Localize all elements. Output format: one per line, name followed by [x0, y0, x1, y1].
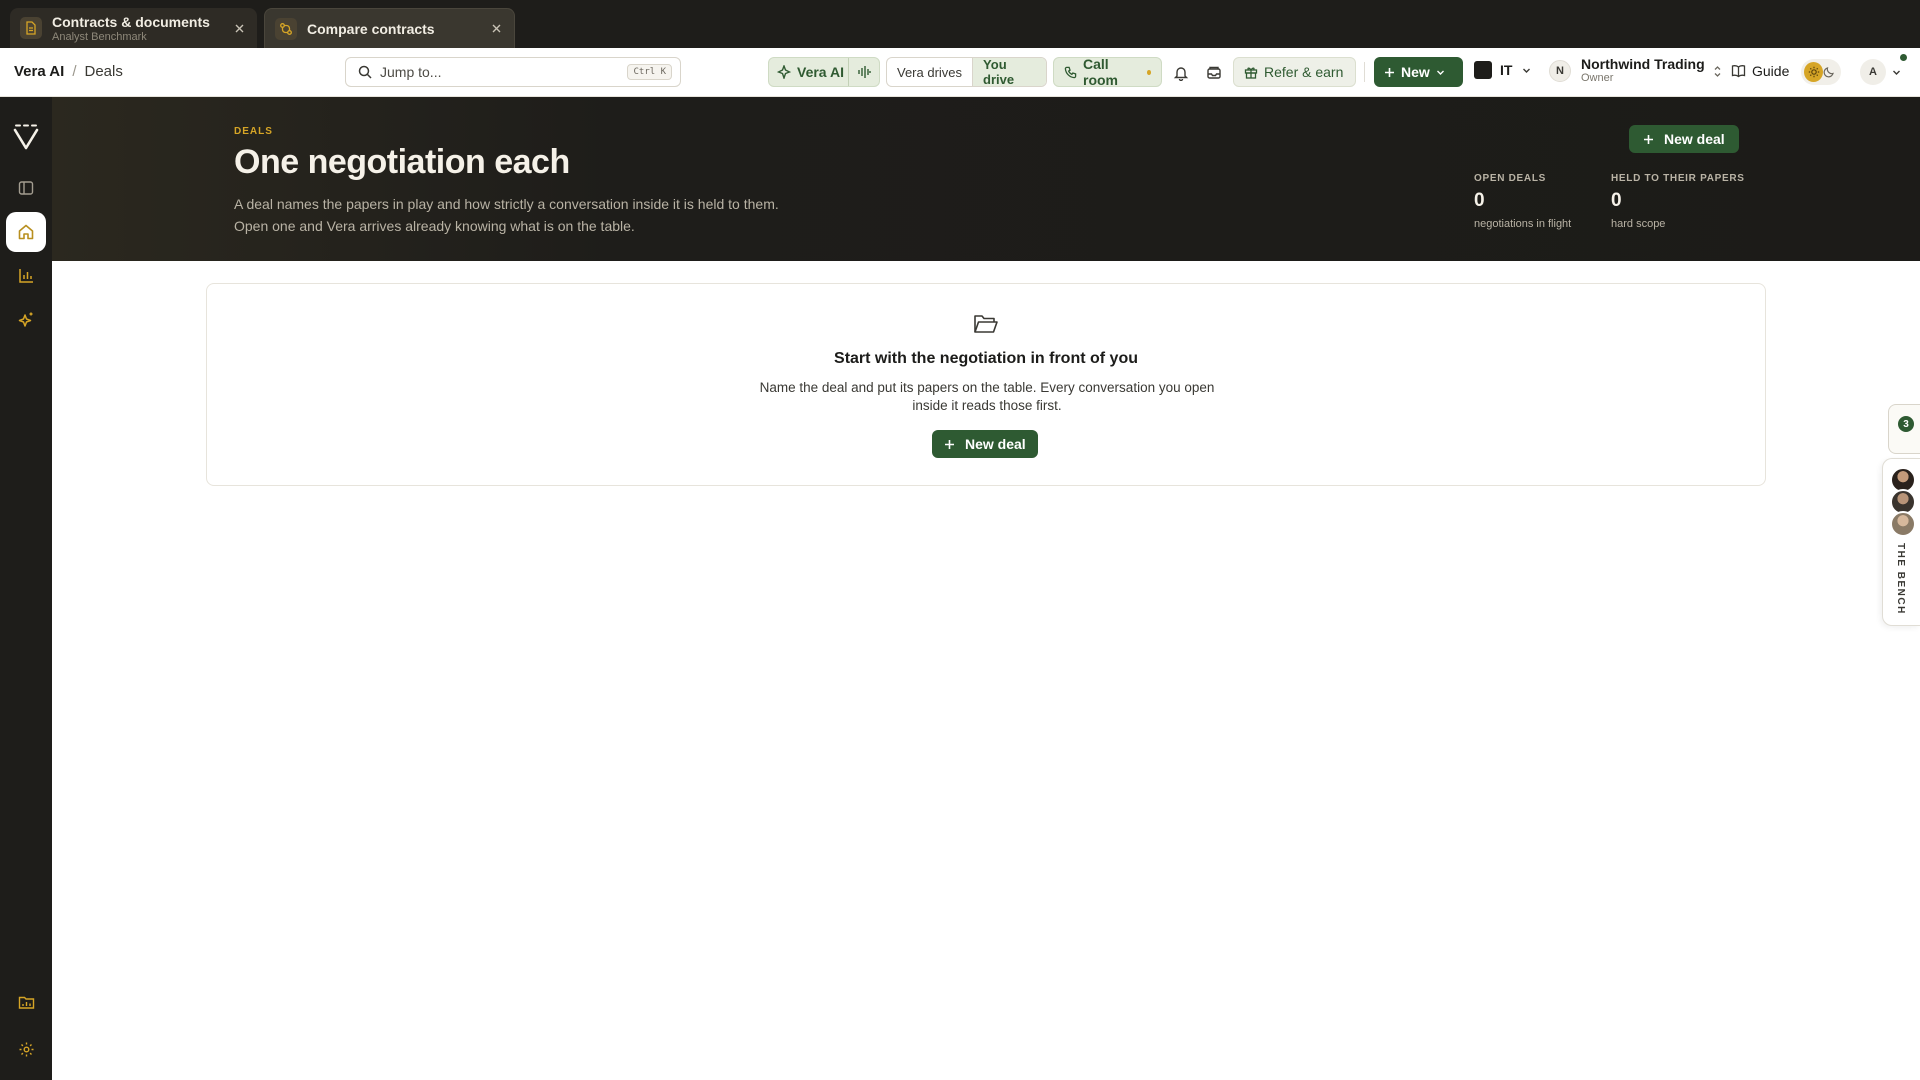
gear-icon[interactable]: [6, 1029, 46, 1069]
online-status-dot: [1900, 54, 1907, 61]
analytics-icon[interactable]: [6, 255, 46, 295]
vera-ai-label: Vera AI: [797, 64, 844, 80]
stat-held-to-papers: HELD TO THEIR PAPERS 0 hard scope: [1611, 173, 1745, 230]
search-box[interactable]: Ctrl K: [345, 57, 681, 87]
empty-state-title: Start with the negotiation in front of y…: [834, 350, 1138, 367]
folder-open-icon: [973, 313, 999, 335]
stat-caption: negotiations in flight: [1474, 218, 1572, 230]
new-button[interactable]: New: [1374, 57, 1463, 87]
org-role: Owner: [1581, 72, 1614, 84]
vera-logo-icon[interactable]: [12, 124, 40, 152]
bench-label: THE BENCH: [1895, 543, 1906, 615]
avatar[interactable]: [1890, 511, 1916, 537]
guide-label: Guide: [1752, 63, 1790, 79]
stat-open-deals: OPEN DEALS 0 negotiations in flight: [1474, 173, 1571, 230]
stat-value: 0: [1474, 190, 1485, 211]
bench-panel[interactable]: THE BENCH: [1882, 458, 1920, 626]
activity-tab[interactable]: 3: [1888, 404, 1920, 454]
inbox-icon[interactable]: [1203, 62, 1225, 84]
close-icon[interactable]: [488, 21, 504, 37]
mode-option-vera-drives[interactable]: Vera drives: [887, 58, 972, 86]
language-switcher[interactable]: IT: [1474, 61, 1531, 79]
breadcrumb-separator: /: [72, 63, 77, 80]
org-avatar: N: [1549, 60, 1571, 82]
moon-icon: [1823, 66, 1835, 78]
breadcrumb-current: Deals: [84, 63, 123, 80]
call-room-status-dot: [1146, 69, 1151, 75]
refer-earn-label: Refer & earn: [1264, 64, 1344, 80]
plus-icon: [944, 439, 955, 450]
search-input[interactable]: [380, 64, 628, 80]
search-shortcut-hint: Ctrl K: [627, 64, 672, 80]
user-menu[interactable]: A: [1860, 54, 1907, 85]
empty-state-new-deal-button[interactable]: New deal: [932, 430, 1038, 458]
gift-icon: [1244, 65, 1258, 79]
page-eyebrow: DEALS: [234, 126, 273, 137]
left-rail: [0, 97, 52, 1080]
page-description-line: Open one and Vera arrives already knowin…: [234, 218, 635, 234]
mode-option-you-drive[interactable]: You drive: [972, 58, 1046, 86]
empty-state-card: Start with the negotiation in front of y…: [206, 283, 1766, 486]
org-name: Northwind Trading: [1581, 56, 1705, 72]
stat-label: HELD TO THEIR PAPERS: [1611, 173, 1745, 184]
new-deal-label: New deal: [1664, 131, 1725, 147]
page-description-line: A deal names the papers in play and how …: [234, 196, 779, 212]
top-bar: Vera AI / Deals Ctrl K Vera AI Vera driv…: [0, 48, 1920, 97]
drive-mode-toggle[interactable]: Vera drives You drive: [886, 57, 1047, 87]
call-room-label: Call room: [1083, 56, 1118, 88]
tab-title: Compare contracts: [307, 20, 435, 37]
chevron-down-icon: [1436, 68, 1445, 77]
page-description: A deal names the papers in play and how …: [234, 193, 854, 237]
chevron-updown-icon: [1713, 65, 1722, 78]
empty-state-button-label: New deal: [965, 436, 1026, 452]
sidebar-toggle-icon[interactable]: [6, 168, 46, 208]
document-icon: [20, 17, 42, 39]
bell-icon[interactable]: [1170, 62, 1192, 84]
browser-tab-strip: Contracts & documents Analyst Benchmark …: [0, 0, 1920, 48]
voice-wave-icon[interactable]: [848, 58, 871, 86]
guide-button[interactable]: Guide: [1731, 63, 1789, 79]
plus-icon: [1384, 67, 1395, 78]
user-avatar: A: [1860, 59, 1886, 85]
vera-ai-button[interactable]: Vera AI: [768, 57, 880, 87]
breadcrumb-root[interactable]: Vera AI: [14, 63, 64, 80]
sparkles-icon[interactable]: [6, 300, 46, 340]
activity-count-badge: 3: [1898, 416, 1914, 432]
search-icon: [358, 65, 372, 79]
breadcrumb: Vera AI / Deals: [14, 63, 123, 80]
chevron-down-icon: [1892, 68, 1901, 77]
new-deal-button[interactable]: New deal: [1629, 125, 1739, 153]
new-button-label: New: [1401, 64, 1430, 80]
stat-value: 0: [1611, 190, 1622, 211]
close-icon[interactable]: [231, 20, 247, 36]
home-icon[interactable]: [6, 212, 46, 252]
sparkle-icon: [777, 65, 791, 79]
call-room-button[interactable]: Call room: [1053, 56, 1162, 88]
tab-compare-contracts[interactable]: Compare contracts: [264, 8, 515, 48]
toolbar-divider: [1364, 62, 1365, 82]
phone-icon: [1064, 66, 1077, 79]
theme-toggle[interactable]: [1801, 59, 1841, 85]
chevron-down-icon: [1522, 66, 1531, 75]
stat-caption: hard scope: [1611, 218, 1666, 230]
refer-earn-button[interactable]: Refer & earn: [1233, 57, 1356, 87]
plus-icon: [1643, 134, 1654, 145]
sun-icon: [1804, 62, 1823, 82]
tab-subtitle: Analyst Benchmark: [52, 30, 147, 43]
page-title: One negotiation each: [234, 143, 570, 181]
stat-label: OPEN DEALS: [1474, 173, 1547, 184]
tab-title: Contracts & documents: [52, 13, 210, 30]
org-switcher[interactable]: N Northwind Trading Owner: [1549, 57, 1722, 85]
tab-contracts-documents[interactable]: Contracts & documents Analyst Benchmark: [10, 8, 257, 48]
compare-icon: [275, 17, 297, 40]
language-label: IT: [1500, 62, 1513, 78]
folder-chart-icon[interactable]: [6, 982, 46, 1022]
page-hero: DEALS One negotiation each A deal names …: [52, 97, 1920, 261]
book-icon: [1731, 64, 1746, 78]
empty-state-description: Name the deal and put its papers on the …: [759, 380, 1215, 413]
language-flag-icon: [1474, 61, 1492, 79]
